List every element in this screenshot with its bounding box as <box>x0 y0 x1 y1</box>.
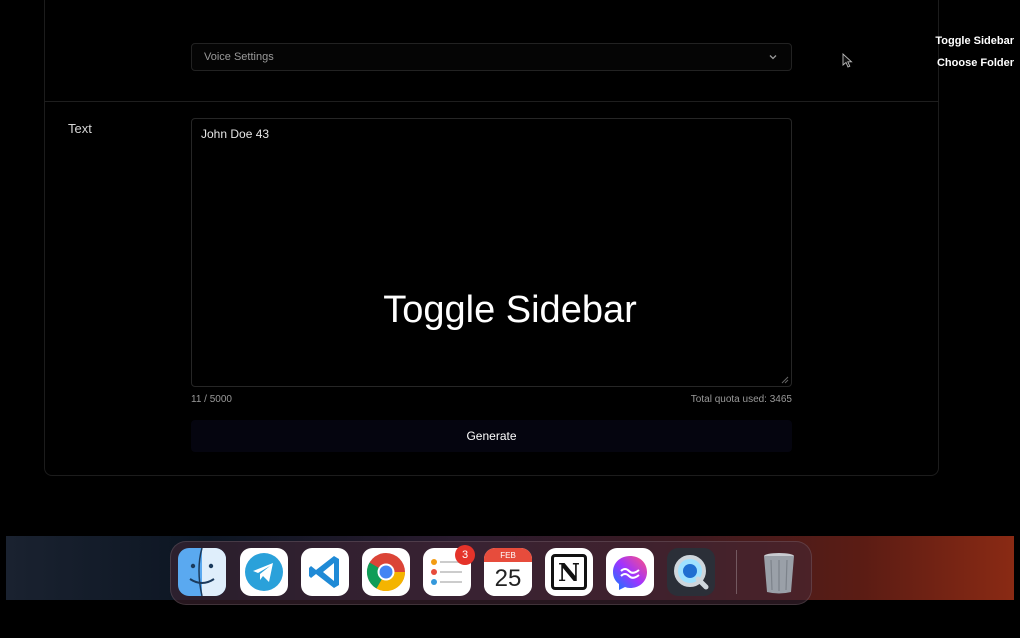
char-count: 11 / 5000 <box>191 394 232 405</box>
finder-icon[interactable] <box>178 548 226 596</box>
telegram-icon[interactable] <box>240 548 288 596</box>
toggle-sidebar-hint[interactable]: Toggle Sidebar <box>935 35 1014 47</box>
text-input[interactable]: John Doe 43 <box>191 118 792 387</box>
calendar-day: 25 <box>484 562 532 596</box>
calendar-icon[interactable]: FEB 25 <box>484 548 532 596</box>
quota-used: Total quota used: 3465 <box>690 394 792 405</box>
choose-folder-hint[interactable]: Choose Folder <box>937 57 1014 69</box>
section-divider <box>44 101 939 102</box>
notion-icon[interactable]: N <box>545 548 593 596</box>
vscode-icon[interactable] <box>301 548 349 596</box>
mouse-cursor-icon <box>842 53 853 68</box>
text-label: Text <box>68 121 92 136</box>
text-input-value: John Doe 43 <box>201 127 270 141</box>
calendar-month: FEB <box>484 548 532 562</box>
dock-separator <box>736 550 737 594</box>
messenger-icon[interactable] <box>606 548 654 596</box>
chevron-down-icon <box>769 55 777 60</box>
toggle-sidebar-overlay-label: Toggle Sidebar <box>383 289 637 331</box>
chrome-icon[interactable] <box>362 548 410 596</box>
quicktime-icon[interactable] <box>667 548 715 596</box>
voice-settings-label: Voice Settings <box>204 51 274 63</box>
generate-button[interactable]: Generate <box>191 420 792 452</box>
notion-glyph: N <box>551 554 587 590</box>
generate-button-label: Generate <box>466 429 517 443</box>
reminders-badge: 3 <box>455 545 475 565</box>
resize-handle-icon[interactable] <box>781 376 789 384</box>
trash-icon[interactable] <box>755 548 803 596</box>
voice-settings-dropdown[interactable]: Voice Settings <box>191 43 792 71</box>
